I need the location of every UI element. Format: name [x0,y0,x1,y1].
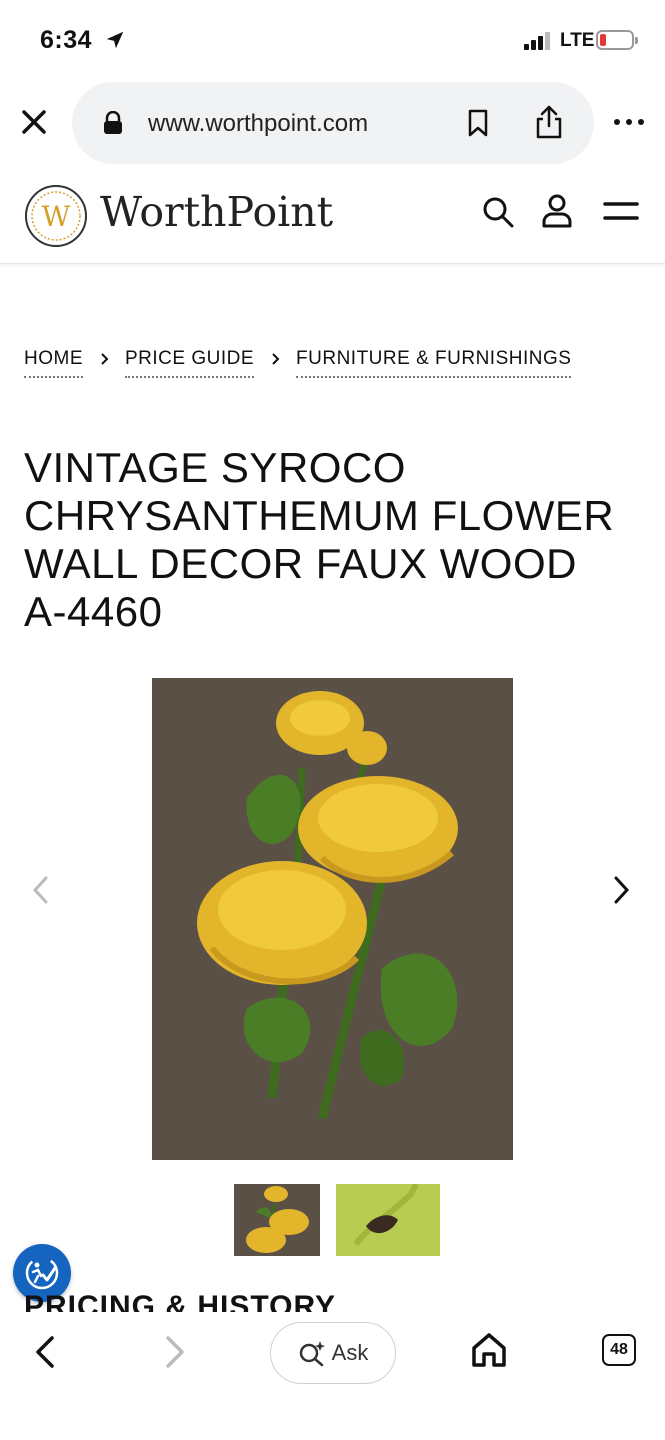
tabs-button[interactable]: 48 [602,1334,636,1366]
chevron-right-icon [272,353,280,365]
more-icon[interactable] [612,110,646,134]
breadcrumb-category[interactable]: FURNITURE & FURNISHINGS [296,348,572,378]
signal-icon [524,32,550,50]
back-icon[interactable] [30,1334,60,1370]
product-title: VINTAGE SYROCO CHRYSANTHEMUM FLOWER WALL… [24,444,615,635]
share-icon[interactable] [534,104,564,140]
tab-count: 48 [610,1341,628,1358]
bookmark-icon[interactable] [466,108,490,138]
menu-icon[interactable] [603,200,639,222]
site-header: W WorthPoint [0,170,665,264]
worthpoint-logo-icon[interactable]: W [24,184,88,248]
close-icon[interactable] [18,106,50,138]
svg-text:W: W [42,200,71,233]
url-bar[interactable]: www.worthpoint.com [72,82,594,164]
forward-icon[interactable] [160,1334,190,1370]
accessibility-icon [25,1256,59,1290]
thumbnail-strip [234,1184,440,1256]
thumbnail-image[interactable] [336,1184,440,1256]
breadcrumb-home[interactable]: HOME [24,348,83,378]
search-icon[interactable] [482,196,514,228]
breadcrumb-price-guide[interactable]: PRICE GUIDE [125,348,255,378]
status-time: 6:34 [40,26,93,54]
chevron-right-icon[interactable] [604,874,636,906]
status-bar: 6:34 LTE [0,0,665,80]
breadcrumb: HOME PRICE GUIDE FURNITURE & FURNISHINGS [24,348,572,378]
home-icon[interactable] [470,1332,508,1368]
site-logo-text[interactable]: WorthPoint [100,188,333,236]
browser-url-row: www.worthpoint.com [0,80,665,166]
ask-sparkle-icon [299,1341,325,1367]
browser-toolbar: Ask 48 [0,1312,665,1440]
chevron-right-icon [101,353,109,365]
battery-icon [596,30,638,50]
product-image[interactable] [152,678,513,1160]
location-arrow-icon [106,31,124,49]
network-type: LTE [560,30,595,51]
chevron-left-icon[interactable] [26,874,58,906]
url-text: www.worthpoint.com [148,110,369,137]
ask-button[interactable]: Ask [270,1322,396,1384]
thumbnail-image[interactable] [234,1184,320,1256]
ask-label: Ask [331,1340,369,1365]
image-gallery [0,678,665,1160]
lock-icon [104,111,122,134]
user-icon[interactable] [542,194,572,228]
